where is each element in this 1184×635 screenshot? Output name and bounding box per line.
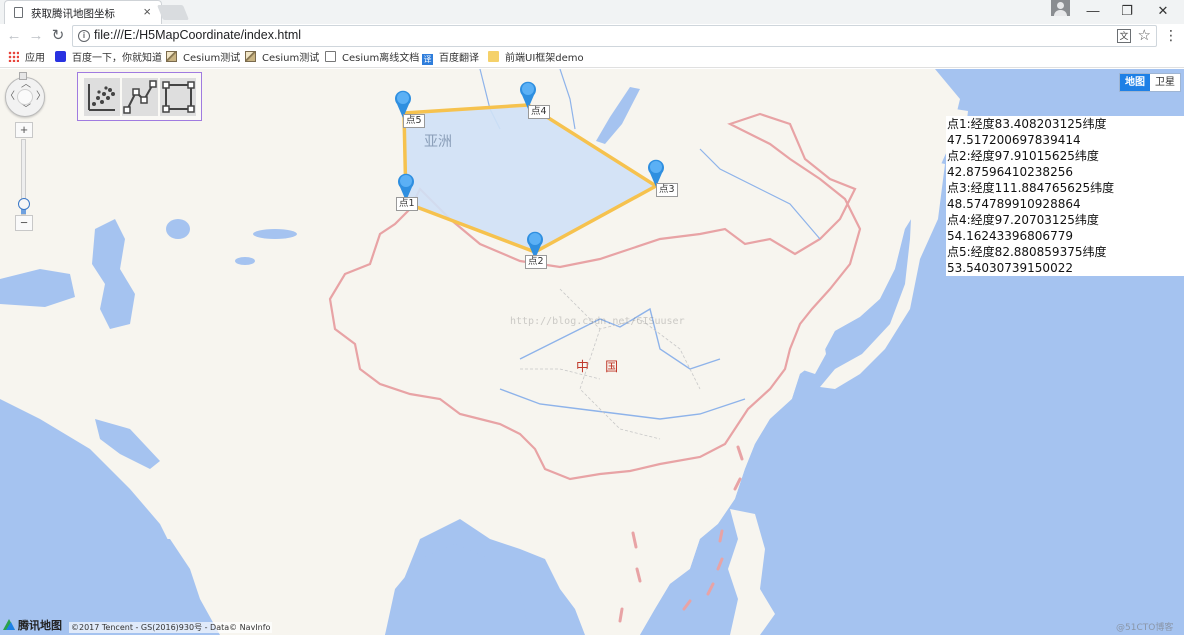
browser-toolbar: ← → ↻ i file:///E:/H5MapCoordinate/index… [0, 24, 1184, 48]
page-favicon-icon [14, 7, 23, 18]
baidu-paw-icon [55, 51, 66, 62]
map-marker-1[interactable]: 点1 [396, 173, 418, 211]
coord-line: 47.517200697839414 [947, 133, 1081, 147]
document-icon [325, 51, 336, 62]
continent-label: 亚洲 [424, 134, 452, 150]
address-bar[interactable]: i file:///E:/H5MapCoordinate/index.html … [72, 25, 1157, 47]
title-bar: 获取腾讯地图坐标 × — ❐ ✕ [0, 0, 1184, 24]
tencent-map-logo[interactable]: 腾讯地图 [2, 618, 62, 634]
coord-line: 42.87596410238256 [947, 165, 1073, 179]
brand-text: 腾讯地图 [18, 619, 62, 632]
map-marker-2[interactable]: 点2 [525, 231, 547, 269]
maximize-button[interactable]: ❐ [1110, 0, 1144, 22]
marker-tool-button[interactable] [84, 78, 120, 116]
forward-button[interactable]: → [26, 26, 46, 46]
zoom-out-button[interactable]: − [15, 215, 33, 231]
tencent-logo-icon [3, 619, 15, 630]
bookmark-star-icon[interactable]: ☆ [1138, 26, 1151, 44]
marker-label: 点1 [396, 197, 418, 211]
url-text[interactable]: file:///E:/H5MapCoordinate/index.html [94, 28, 301, 42]
marker-label: 点3 [656, 183, 678, 197]
coordinates-panel: 点1:经度83.408203125纬度 47.517200697839414 点… [946, 116, 1184, 276]
compass-icon[interactable] [19, 72, 27, 80]
coord-line: 点3:经度111.884765625纬度 [947, 181, 1115, 195]
coord-line: 点4:经度97.20703125纬度 [947, 213, 1099, 227]
pan-control[interactable]: ︿ ﹀ 〈 〉 [5, 77, 46, 117]
zoom-in-button[interactable]: + [15, 122, 33, 138]
issyk-lake [235, 257, 255, 265]
pan-center-button[interactable] [17, 89, 33, 105]
bookmark-label: 应用 [25, 53, 45, 64]
coord-line: 点5:经度82.880859375纬度 [947, 245, 1107, 259]
coord-line: 53.54030739150022 [947, 261, 1073, 275]
bookmark-label: Cesium测试 [183, 53, 241, 64]
bookmark-cesium-test-1[interactable]: Cesium测试 [166, 51, 240, 66]
map-canvas[interactable]: 亚洲 中 国 http://blog.csdn.net/GISuuser 点1 … [0, 69, 1184, 635]
watermark-url: http://blog.csdn.net/GISuuser [510, 316, 685, 327]
rectangle-tool-icon [162, 81, 195, 113]
bookmark-cesium-docs[interactable]: Cesium离线文档 [325, 51, 419, 66]
bookmark-ui-demo[interactable]: 前端UI框架demo [488, 51, 584, 66]
map-type-switch: 地图 卫星 [1119, 73, 1181, 92]
coord-line: 48.574789910928864 [947, 197, 1081, 211]
map-copyright: ©2017 Tencent - GS(2016)930号 - Data© Nav… [69, 622, 273, 633]
drawing-toolbar [77, 72, 202, 121]
map-type-map-button[interactable]: 地图 [1120, 74, 1150, 91]
marker-label: 点2 [525, 255, 547, 269]
tab-title: 获取腾讯地图坐标 [31, 8, 115, 20]
coord-line: 点1:经度83.408203125纬度 [947, 117, 1107, 131]
hainan [610, 537, 625, 553]
map-marker-4[interactable]: 点4 [518, 81, 550, 119]
bookmark-label: 前端UI框架demo [505, 53, 584, 64]
tab-close-icon[interactable]: × [143, 4, 151, 20]
zoom-control: + − [15, 122, 33, 232]
watermark-corner: @51CTO博客 [1116, 623, 1174, 633]
folder-icon [488, 51, 499, 62]
bookmarks-bar: 应用 百度一下，你就知道 Cesium测试 Cesium测试 Cesium离线文… [0, 48, 1184, 68]
balkhash-lake [253, 229, 297, 239]
back-button[interactable]: ← [4, 26, 24, 46]
new-tab-button[interactable] [156, 5, 190, 20]
zoom-slider-handle[interactable] [18, 197, 30, 210]
apps-grid-icon [8, 51, 19, 62]
pan-right-icon[interactable]: 〉 [36, 92, 46, 102]
bookmark-apps[interactable]: 应用 [8, 51, 45, 66]
image-icon [166, 51, 177, 62]
bookmark-label: Cesium测试 [262, 53, 320, 64]
rectangle-tool-button[interactable] [160, 78, 196, 116]
info-icon[interactable]: i [78, 30, 90, 42]
bookmark-baidu[interactable]: 百度一下，你就知道 [55, 51, 162, 66]
bookmark-baidu-fanyi[interactable]: 译百度翻译 [422, 51, 479, 66]
browser-menu-icon[interactable]: ⋮ [1164, 27, 1178, 44]
marker-label: 点5 [403, 114, 425, 128]
bookmark-label: Cesium离线文档 [342, 53, 420, 64]
image-icon [245, 51, 256, 62]
bookmark-label: 百度翻译 [439, 53, 479, 64]
translate-icon[interactable]: 文 [1117, 29, 1131, 43]
coord-line: 点2:经度97.91015625纬度 [947, 149, 1099, 163]
bookmark-cesium-test-2[interactable]: Cesium测试 [245, 51, 319, 66]
polyline-tool-button[interactable] [122, 78, 158, 116]
user-profile-icon[interactable] [1051, 0, 1070, 16]
tab-active[interactable]: 获取腾讯地图坐标 × [4, 0, 162, 24]
pan-down-icon[interactable]: ﹀ [21, 105, 31, 115]
minimize-button[interactable]: — [1076, 0, 1110, 22]
map-marker-3[interactable]: 点3 [646, 159, 678, 197]
browser-window: 获取腾讯地图坐标 × — ❐ ✕ ← → ↻ i file:///E:/H5Ma… [0, 0, 1184, 635]
translate-icon: 译 [422, 54, 433, 65]
marker-tool-icon [88, 84, 115, 111]
marker-label: 点4 [528, 105, 550, 119]
pan-left-icon[interactable]: 〈 [5, 92, 15, 102]
coord-line: 54.16243396806779 [947, 229, 1073, 243]
close-window-button[interactable]: ✕ [1146, 0, 1180, 22]
country-label: 中 国 [576, 360, 625, 375]
reload-button[interactable]: ↻ [48, 26, 68, 46]
map-marker-5[interactable]: 点5 [393, 90, 425, 128]
aral-sea [166, 219, 190, 239]
map-type-satellite-button[interactable]: 卫星 [1150, 74, 1180, 91]
polyline-tool-icon [123, 80, 157, 114]
bookmark-label: 百度一下，你就知道 [72, 53, 162, 64]
